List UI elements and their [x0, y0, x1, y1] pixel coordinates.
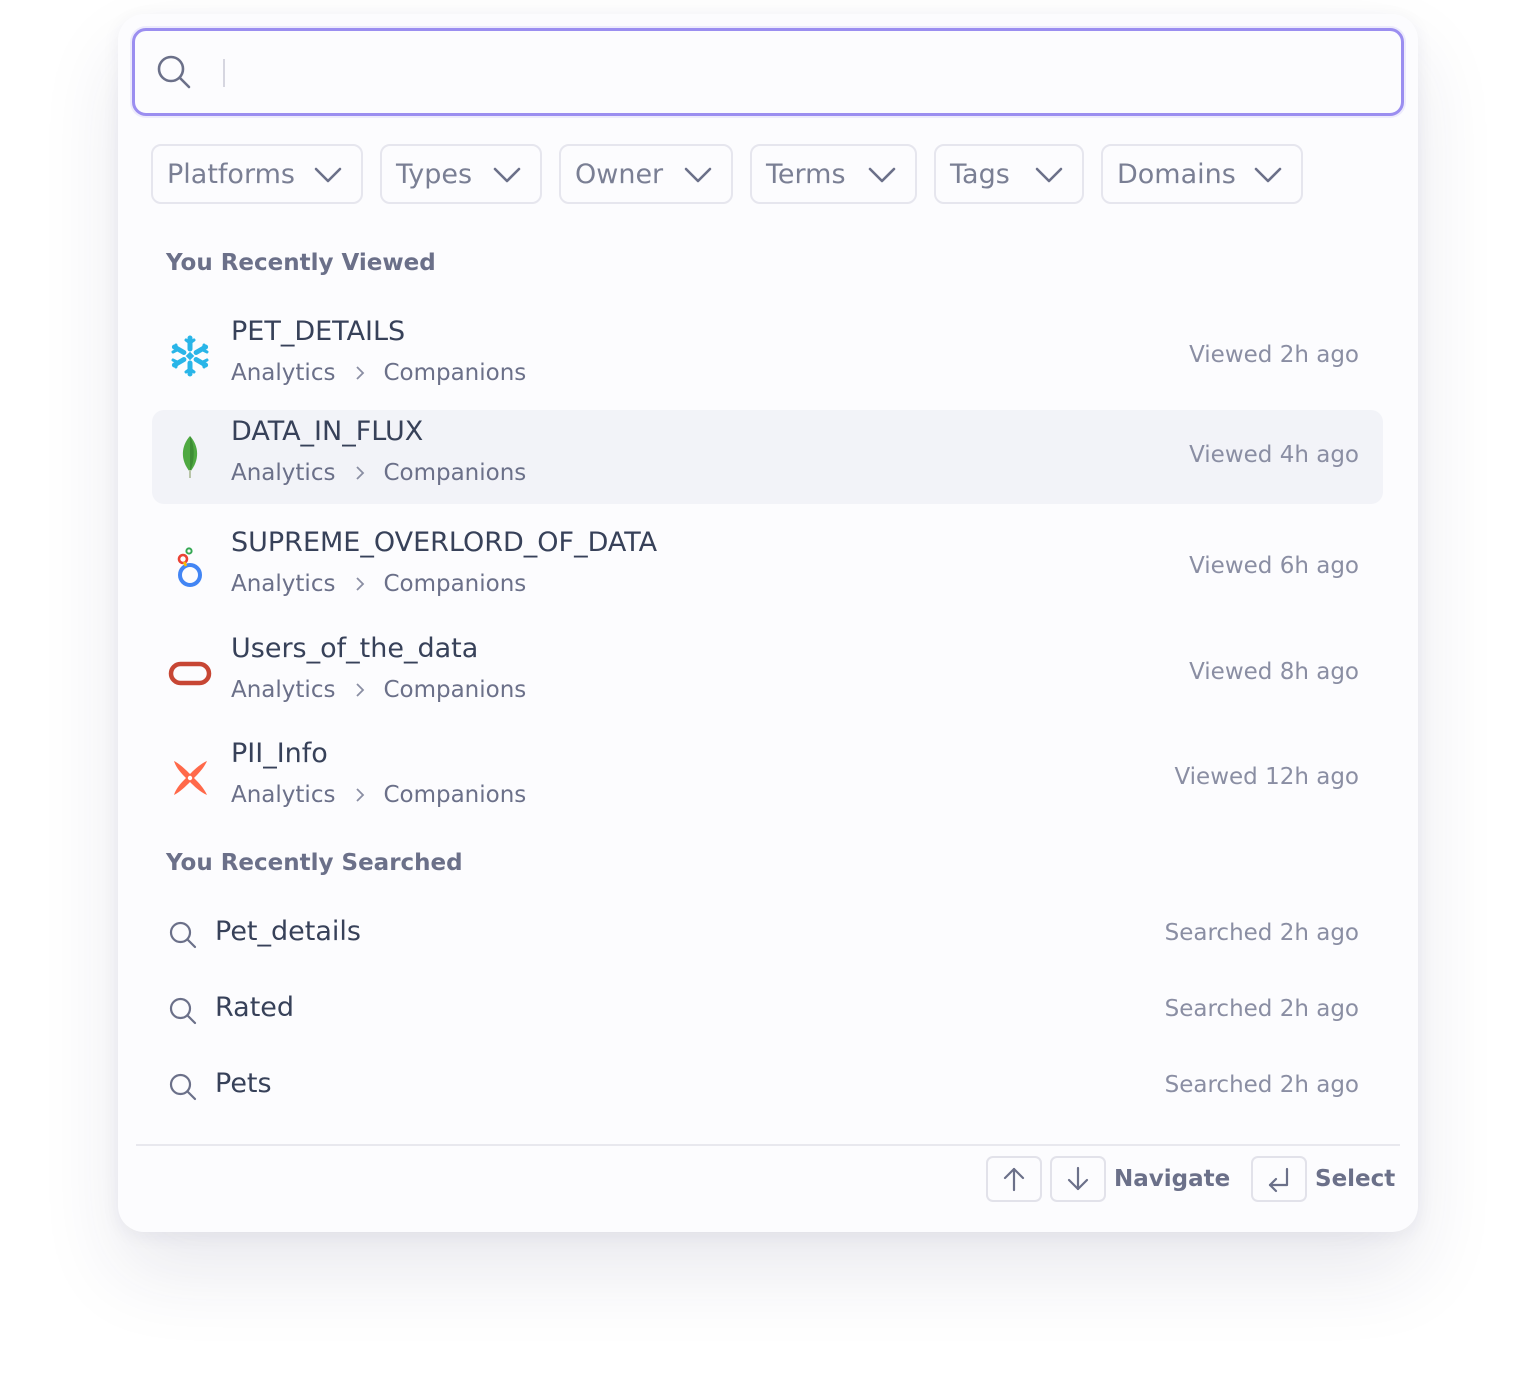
enter-icon: [1268, 1167, 1289, 1193]
recent-item-pet-details[interactable]: PET_DETAILS Analytics Companions Viewed …: [152, 310, 1383, 404]
filter-terms[interactable]: Terms: [750, 144, 917, 204]
recent-search-item[interactable]: Pet_details Searched 2h ago: [152, 906, 1383, 966]
chevron-down-icon: [868, 167, 896, 183]
filter-label: Domains: [1117, 158, 1236, 190]
filter-label: Types: [396, 158, 473, 190]
item-name: PET_DETAILS: [231, 316, 406, 347]
breadcrumb: Analytics Companions: [231, 782, 526, 808]
item-name: SUPREME_OVERLORD_OF_DATA: [231, 527, 658, 558]
filter-label: Owner: [575, 158, 664, 190]
recent-item-supreme-overlord[interactable]: SUPREME_OVERLORD_OF_DATA Analytics Compa…: [152, 521, 1383, 615]
search-query: Rated: [215, 992, 295, 1023]
breadcrumb-child: Companions: [383, 677, 527, 703]
text-caret: [223, 59, 225, 87]
search-icon: [169, 921, 197, 949]
viewed-time: Viewed 4h ago: [1189, 442, 1359, 468]
search-icon: [157, 55, 191, 89]
oracle-icon: [168, 661, 212, 686]
breadcrumb-child: Companions: [383, 360, 527, 386]
breadcrumb-parent: Analytics: [231, 677, 336, 703]
recent-item-users-of-the-data[interactable]: Users_of_the_data Analytics Companions V…: [152, 627, 1383, 721]
filter-domains[interactable]: Domains: [1101, 144, 1303, 204]
arrow-down-key: [1050, 1156, 1106, 1202]
breadcrumb: Analytics Companions: [231, 571, 526, 597]
filter-label: Terms: [766, 158, 846, 190]
chevron-down-icon: [1254, 167, 1282, 183]
chevron-right-icon: [356, 577, 365, 591]
breadcrumb-parent: Analytics: [231, 360, 336, 386]
searched-time: Searched 2h ago: [1164, 1072, 1359, 1098]
breadcrumb-child: Companions: [383, 782, 527, 808]
breadcrumb-child: Companions: [383, 460, 527, 486]
viewed-time: Viewed 2h ago: [1189, 342, 1359, 368]
recent-item-data-in-flux[interactable]: DATA_IN_FLUX Analytics Companions Viewed…: [152, 410, 1383, 504]
search-icon: [169, 1073, 197, 1101]
arrow-down-icon: [1067, 1166, 1089, 1191]
breadcrumb-child: Companions: [383, 571, 527, 597]
search-input[interactable]: [229, 45, 1383, 99]
filter-platforms[interactable]: Platforms: [151, 144, 363, 204]
breadcrumb-parent: Analytics: [231, 460, 336, 486]
chevron-down-icon: [314, 167, 342, 183]
chevron-down-icon: [493, 167, 521, 183]
breadcrumb: Analytics Companions: [231, 677, 526, 703]
chevron-right-icon: [356, 683, 365, 697]
breadcrumb-parent: Analytics: [231, 571, 336, 597]
dbt-icon: [174, 761, 207, 795]
item-name: DATA_IN_FLUX: [231, 416, 424, 447]
snowflake-icon: [171, 335, 209, 377]
searched-time: Searched 2h ago: [1164, 920, 1359, 946]
chevron-down-icon: [1035, 167, 1063, 183]
recent-search-item[interactable]: Rated Searched 2h ago: [152, 982, 1383, 1042]
enter-key: [1251, 1156, 1307, 1202]
looker-icon: [177, 547, 202, 587]
select-label: Select: [1315, 1166, 1396, 1192]
viewed-time: Viewed 8h ago: [1189, 659, 1359, 685]
search-icon: [169, 997, 197, 1025]
filter-label: Platforms: [167, 158, 295, 190]
chevron-right-icon: [356, 366, 365, 380]
breadcrumb: Analytics Companions: [231, 360, 526, 386]
footer-divider: [136, 1144, 1400, 1146]
filter-types[interactable]: Types: [380, 144, 542, 204]
viewed-time: Viewed 12h ago: [1174, 764, 1359, 790]
viewed-time: Viewed 6h ago: [1189, 553, 1359, 579]
search-query: Pets: [215, 1068, 272, 1099]
filter-label: Tags: [950, 158, 1010, 190]
search-box[interactable]: [132, 28, 1404, 116]
chevron-right-icon: [356, 788, 365, 802]
chevron-down-icon: [684, 167, 712, 183]
chevron-right-icon: [356, 466, 365, 480]
recent-item-pii-info[interactable]: PII_Info Analytics Companions Viewed 12h…: [152, 732, 1383, 826]
navigate-label: Navigate: [1114, 1166, 1231, 1192]
mongodb-leaf-icon: [182, 436, 198, 478]
item-name: Users_of_the_data: [231, 633, 479, 664]
recently-viewed-heading: You Recently Viewed: [166, 250, 436, 276]
breadcrumb-parent: Analytics: [231, 782, 336, 808]
recently-searched-heading: You Recently Searched: [166, 850, 463, 876]
item-name: PII_Info: [231, 738, 328, 769]
filter-tags[interactable]: Tags: [934, 144, 1084, 204]
searched-time: Searched 2h ago: [1164, 996, 1359, 1022]
breadcrumb: Analytics Companions: [231, 460, 526, 486]
recent-search-item[interactable]: Pets Searched 2h ago: [152, 1058, 1383, 1118]
filter-owner[interactable]: Owner: [559, 144, 733, 204]
search-query: Pet_details: [215, 916, 361, 947]
arrow-up-icon: [1003, 1167, 1025, 1192]
arrow-up-key: [986, 1156, 1042, 1202]
search-palette: Platforms Types Owner Terms Tags Domains…: [118, 14, 1418, 1232]
